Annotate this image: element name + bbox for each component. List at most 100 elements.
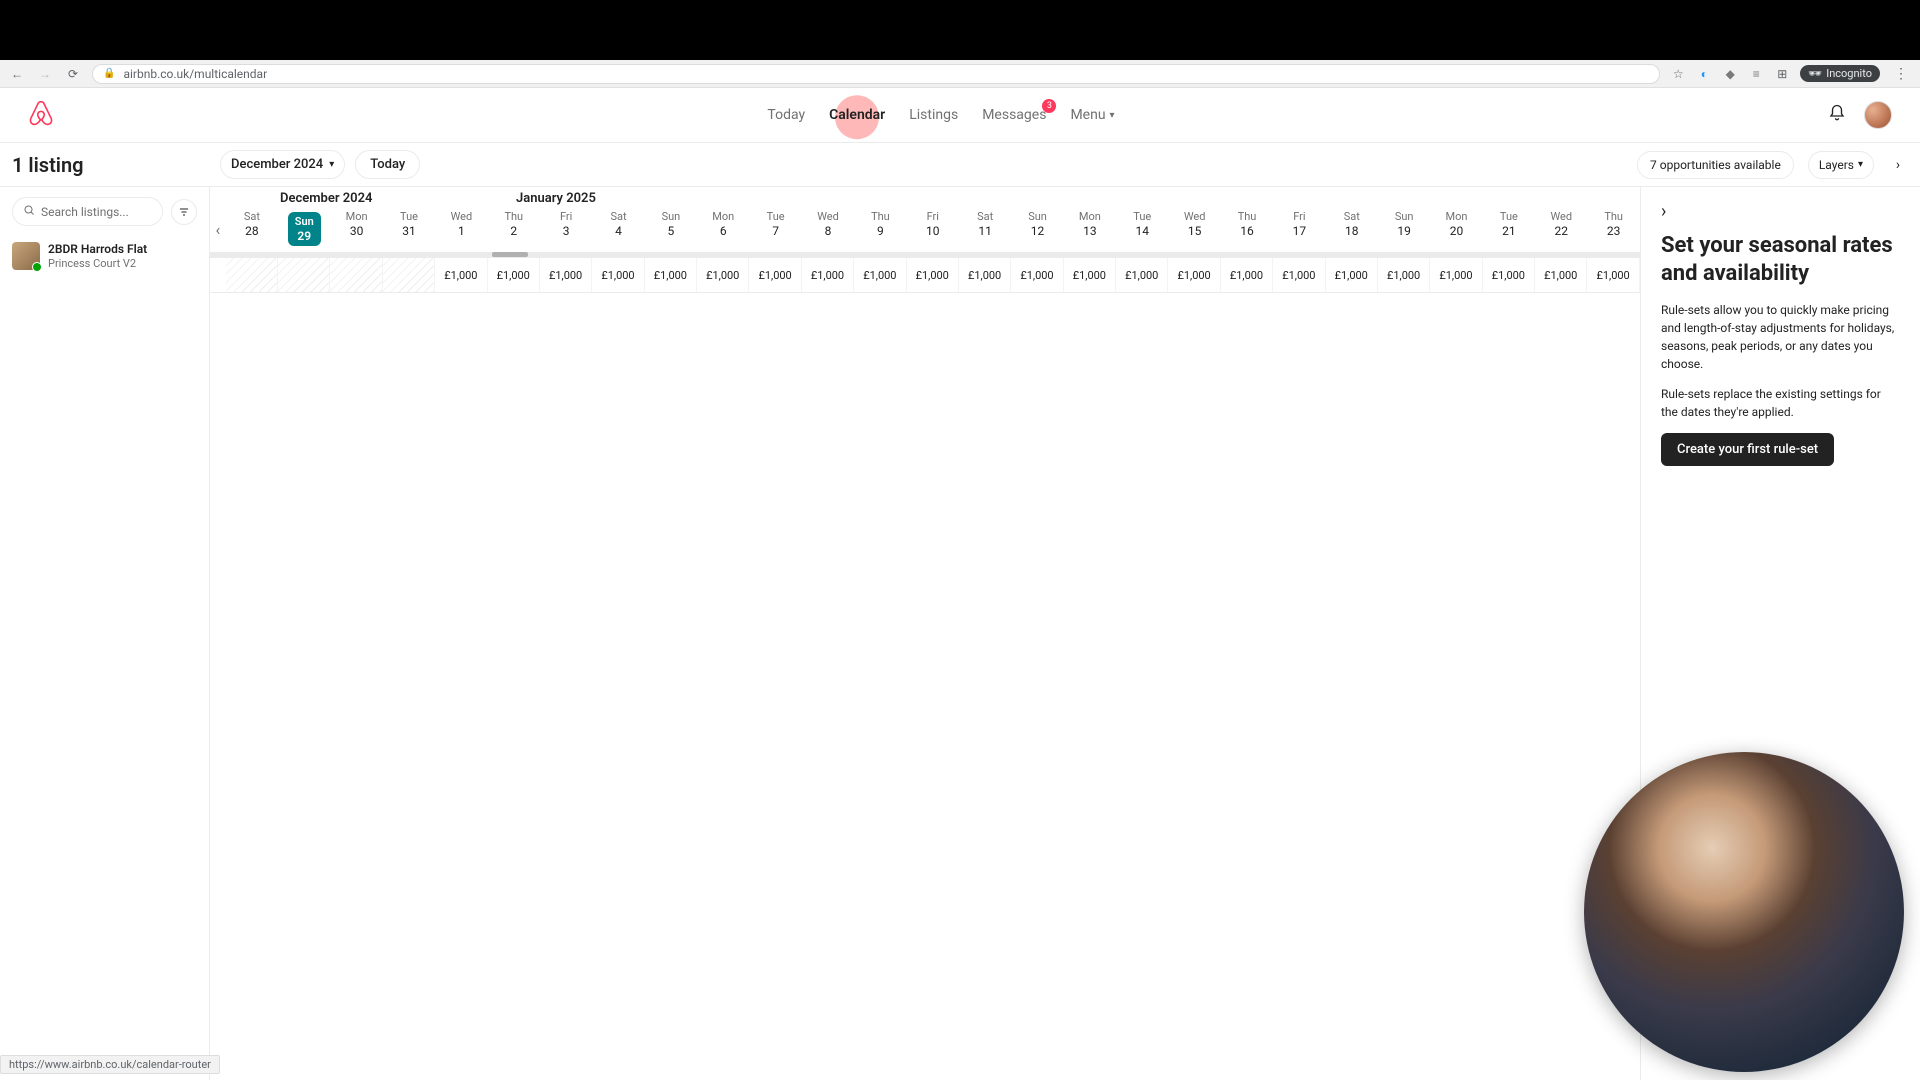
nav-messages[interactable]: Messages 3 [982, 107, 1046, 123]
price-cell[interactable]: £1,000 [1587, 258, 1639, 292]
day-header-cell[interactable]: Sun19 [1378, 206, 1430, 252]
notifications-icon[interactable] [1828, 104, 1846, 126]
day-header-cell[interactable]: Sat11 [959, 206, 1011, 252]
month-selector[interactable]: December 2024 ▾ [220, 150, 345, 179]
day-header-cell[interactable]: Tue21 [1483, 206, 1535, 252]
price-cell[interactable] [226, 258, 278, 292]
lock-icon: 🔒 [103, 68, 115, 79]
nav-today[interactable]: Today [767, 107, 805, 123]
extension-icon[interactable]: ◐ [1696, 66, 1712, 82]
user-avatar[interactable] [1864, 101, 1892, 129]
panel-expand-icon[interactable]: › [1661, 201, 1900, 222]
day-header-cell[interactable]: Thu2 [488, 206, 540, 252]
price-cell[interactable]: £1,000 [1378, 258, 1430, 292]
nav-messages-label: Messages [982, 107, 1046, 123]
day-header-cell[interactable]: Sun5 [645, 206, 697, 252]
price-cell[interactable]: £1,000 [1430, 258, 1482, 292]
nav-menu[interactable]: Menu ▾ [1070, 107, 1114, 123]
day-header-cell[interactable]: Tue31 [383, 206, 435, 252]
search-placeholder: Search listings... [41, 205, 129, 219]
price-cell[interactable]: £1,000 [592, 258, 644, 292]
layers-button[interactable]: Layers ▾ [1808, 151, 1874, 179]
browser-chrome: ← → ⟳ 🔒 airbnb.co.uk/multicalendar ☆ ◐ ◆… [0, 60, 1920, 88]
browser-url: airbnb.co.uk/multicalendar [123, 67, 267, 81]
month-selector-label: December 2024 [231, 157, 323, 172]
browser-menu-icon[interactable]: ⋮ [1890, 66, 1912, 82]
browser-forward-button[interactable]: → [36, 65, 54, 83]
price-cell[interactable]: £1,000 [749, 258, 801, 292]
day-header-cell[interactable]: Wed22 [1535, 206, 1587, 252]
chevron-down-icon: ▾ [1858, 159, 1863, 170]
nav-listings[interactable]: Listings [909, 107, 958, 123]
listing-name: 2BDR Harrods Flat [48, 242, 147, 256]
messages-badge: 3 [1042, 99, 1056, 113]
bookmark-icon[interactable]: ☆ [1670, 66, 1686, 82]
day-header-cell[interactable]: Tue14 [1116, 206, 1168, 252]
price-cell[interactable]: £1,000 [854, 258, 906, 292]
price-cell[interactable]: £1,000 [488, 258, 540, 292]
price-cell[interactable]: £1,000 [697, 258, 749, 292]
price-cell[interactable] [330, 258, 382, 292]
price-cell[interactable]: £1,000 [1273, 258, 1325, 292]
day-header-cell[interactable]: Wed15 [1168, 206, 1220, 252]
today-button[interactable]: Today [355, 150, 420, 179]
scroll-left-button[interactable]: ‹ [210, 206, 226, 252]
price-cell[interactable]: £1,000 [1116, 258, 1168, 292]
price-cell[interactable]: £1,000 [435, 258, 487, 292]
nav-calendar[interactable]: Calendar [829, 107, 885, 123]
main-nav: Today Calendar Listings Messages 3 Menu … [54, 107, 1828, 123]
price-cell[interactable]: £1,000 [1168, 258, 1220, 292]
airbnb-logo[interactable] [28, 99, 54, 131]
extension-icon-3[interactable]: ≡ [1748, 66, 1764, 82]
day-header-cell[interactable]: Sat4 [592, 206, 644, 252]
day-header-cell[interactable]: Fri3 [540, 206, 592, 252]
day-header-cell[interactable]: Sat18 [1326, 206, 1378, 252]
day-header-cell[interactable]: Sun29 [278, 206, 330, 252]
chevron-down-icon: ▾ [329, 159, 334, 170]
price-cell[interactable]: £1,000 [540, 258, 592, 292]
day-header-cell[interactable]: Tue7 [749, 206, 801, 252]
day-header-cell[interactable]: Mon13 [1064, 206, 1116, 252]
price-cell[interactable] [278, 258, 330, 292]
day-header-cell[interactable]: Thu16 [1221, 206, 1273, 252]
search-listings-input[interactable]: Search listings... [12, 197, 163, 226]
create-ruleset-button[interactable]: Create your first rule-set [1661, 433, 1834, 466]
day-header-cell[interactable]: Wed1 [435, 206, 487, 252]
day-header-cell[interactable]: Sun12 [1011, 206, 1063, 252]
price-cell[interactable]: £1,000 [645, 258, 697, 292]
day-header-cell[interactable]: Mon6 [697, 206, 749, 252]
day-header-cell[interactable]: Sat28 [226, 206, 278, 252]
incognito-icon: 🕶 [1808, 67, 1822, 80]
webcam-overlay [1584, 752, 1904, 1072]
listing-item[interactable]: 2BDR Harrods Flat Princess Court V2 [12, 242, 197, 270]
listings-sidebar: Search listings... 2BDR Harrods Flat Pri… [0, 187, 210, 1080]
nav-menu-label: Menu [1070, 107, 1105, 123]
price-cell[interactable]: £1,000 [1064, 258, 1116, 292]
day-header-cell[interactable]: Fri17 [1273, 206, 1325, 252]
filter-button[interactable] [171, 199, 197, 225]
day-header-cell[interactable]: Mon30 [330, 206, 382, 252]
browser-reload-button[interactable]: ⟳ [64, 65, 82, 83]
puzzle-icon[interactable]: ⊞ [1774, 66, 1790, 82]
browser-back-button[interactable]: ← [8, 65, 26, 83]
price-cell[interactable]: £1,000 [1221, 258, 1273, 292]
day-header-cell[interactable]: Thu23 [1587, 206, 1639, 252]
price-cell[interactable]: £1,000 [1011, 258, 1063, 292]
day-header-cell[interactable]: Mon20 [1430, 206, 1482, 252]
day-header-cell[interactable]: Wed8 [802, 206, 854, 252]
price-cell[interactable]: £1,000 [959, 258, 1011, 292]
price-cell[interactable]: £1,000 [1535, 258, 1587, 292]
price-cell[interactable]: £1,000 [802, 258, 854, 292]
month-label-december: December 2024 [210, 191, 510, 206]
price-cell[interactable]: £1,000 [1483, 258, 1535, 292]
extension-icon-2[interactable]: ◆ [1722, 66, 1738, 82]
price-cell[interactable]: £1,000 [1326, 258, 1378, 292]
scroll-right-button[interactable]: › [1888, 155, 1908, 175]
price-cell[interactable]: £1,000 [907, 258, 959, 292]
day-header-cell[interactable]: Thu9 [854, 206, 906, 252]
video-black-band [0, 0, 1920, 60]
day-header-cell[interactable]: Fri10 [907, 206, 959, 252]
price-cell[interactable] [383, 258, 435, 292]
browser-omnibox[interactable]: 🔒 airbnb.co.uk/multicalendar [92, 64, 1660, 84]
opportunities-button[interactable]: 7 opportunities available [1637, 151, 1794, 179]
